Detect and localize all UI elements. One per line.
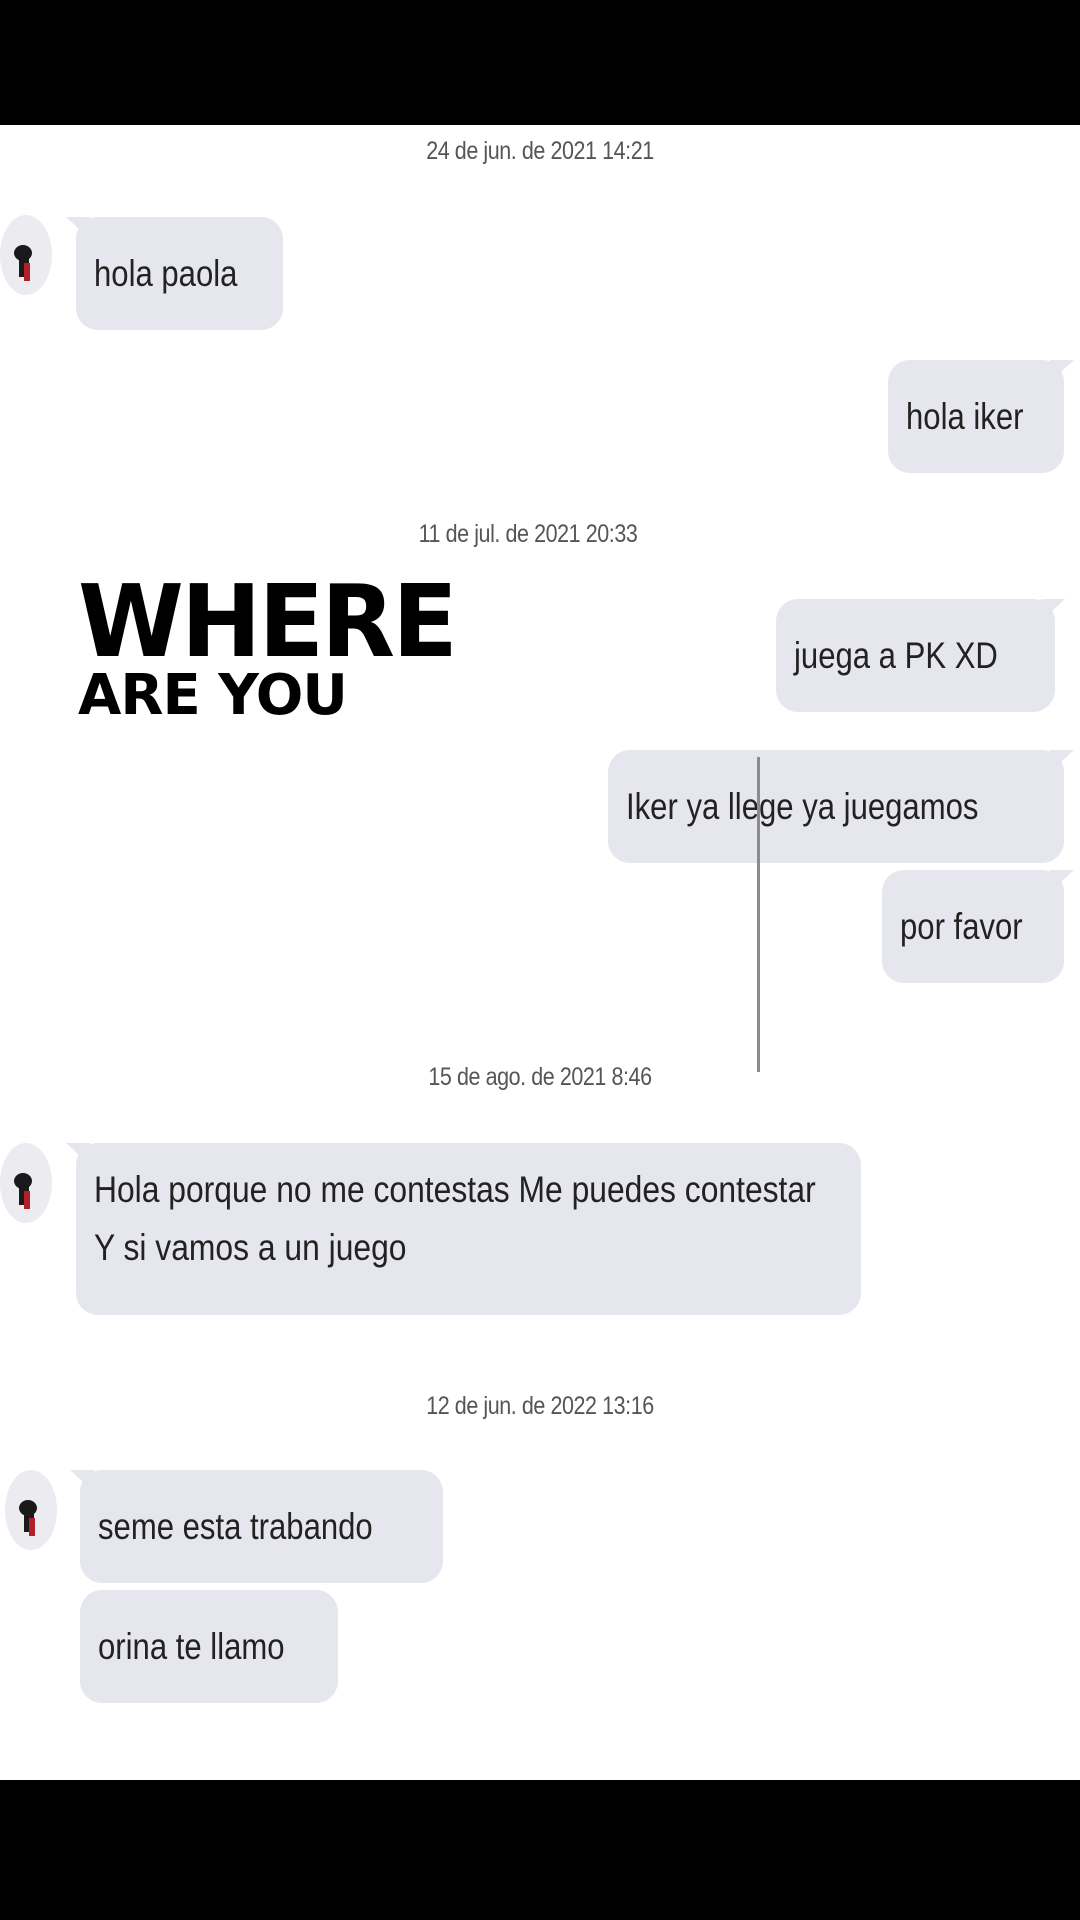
timestamp: 12 de jun. de 2022 13:16 [426,1392,654,1420]
incoming-message[interactable]: hola paola [76,217,283,330]
outgoing-message[interactable]: juega a PK XD [776,599,1055,712]
bottom-black-bar [0,1780,1080,1920]
overlay-line-1: WHERE [78,563,458,680]
incoming-message[interactable]: seme esta trabando [80,1470,444,1583]
message-text: orina te llamo [98,1626,285,1667]
message-text: hola paola [94,253,238,294]
message-text: seme esta trabando [98,1506,373,1547]
outgoing-message[interactable]: por favor [881,870,1064,983]
timestamp: 24 de jun. de 2021 14:21 [426,137,654,165]
message-text: por favor [899,906,1023,947]
message-text: Hola porque no me contestas Me puedes co… [94,1169,816,1268]
timestamp: 11 de jul. de 2021 20:33 [418,520,638,548]
chat-thread[interactable]: 24 de jun. de 2021 14:21 hola paola hola… [0,125,1080,1780]
timestamp: 15 de ago. de 2021 8:46 [428,1063,652,1091]
outgoing-message[interactable]: Iker ya llege ya juegamos [608,750,1064,863]
contact-avatar-icon[interactable] [0,1143,52,1223]
top-black-bar [0,0,1080,125]
message-text: hola iker [906,396,1024,437]
outgoing-message[interactable]: hola iker [888,360,1064,473]
message-text: juega a PK XD [794,635,999,676]
incoming-message[interactable]: orina te llamo [80,1590,339,1703]
contact-avatar-icon[interactable] [5,1470,57,1550]
where-are-you-overlay: WHERE ARE YOU [78,572,471,724]
text-cursor-line [757,757,760,1072]
contact-avatar-icon[interactable] [0,215,52,295]
message-text: Iker ya llege ya juegamos [626,786,979,827]
incoming-message[interactable]: Hola porque no me contestas Me puedes co… [76,1143,861,1315]
